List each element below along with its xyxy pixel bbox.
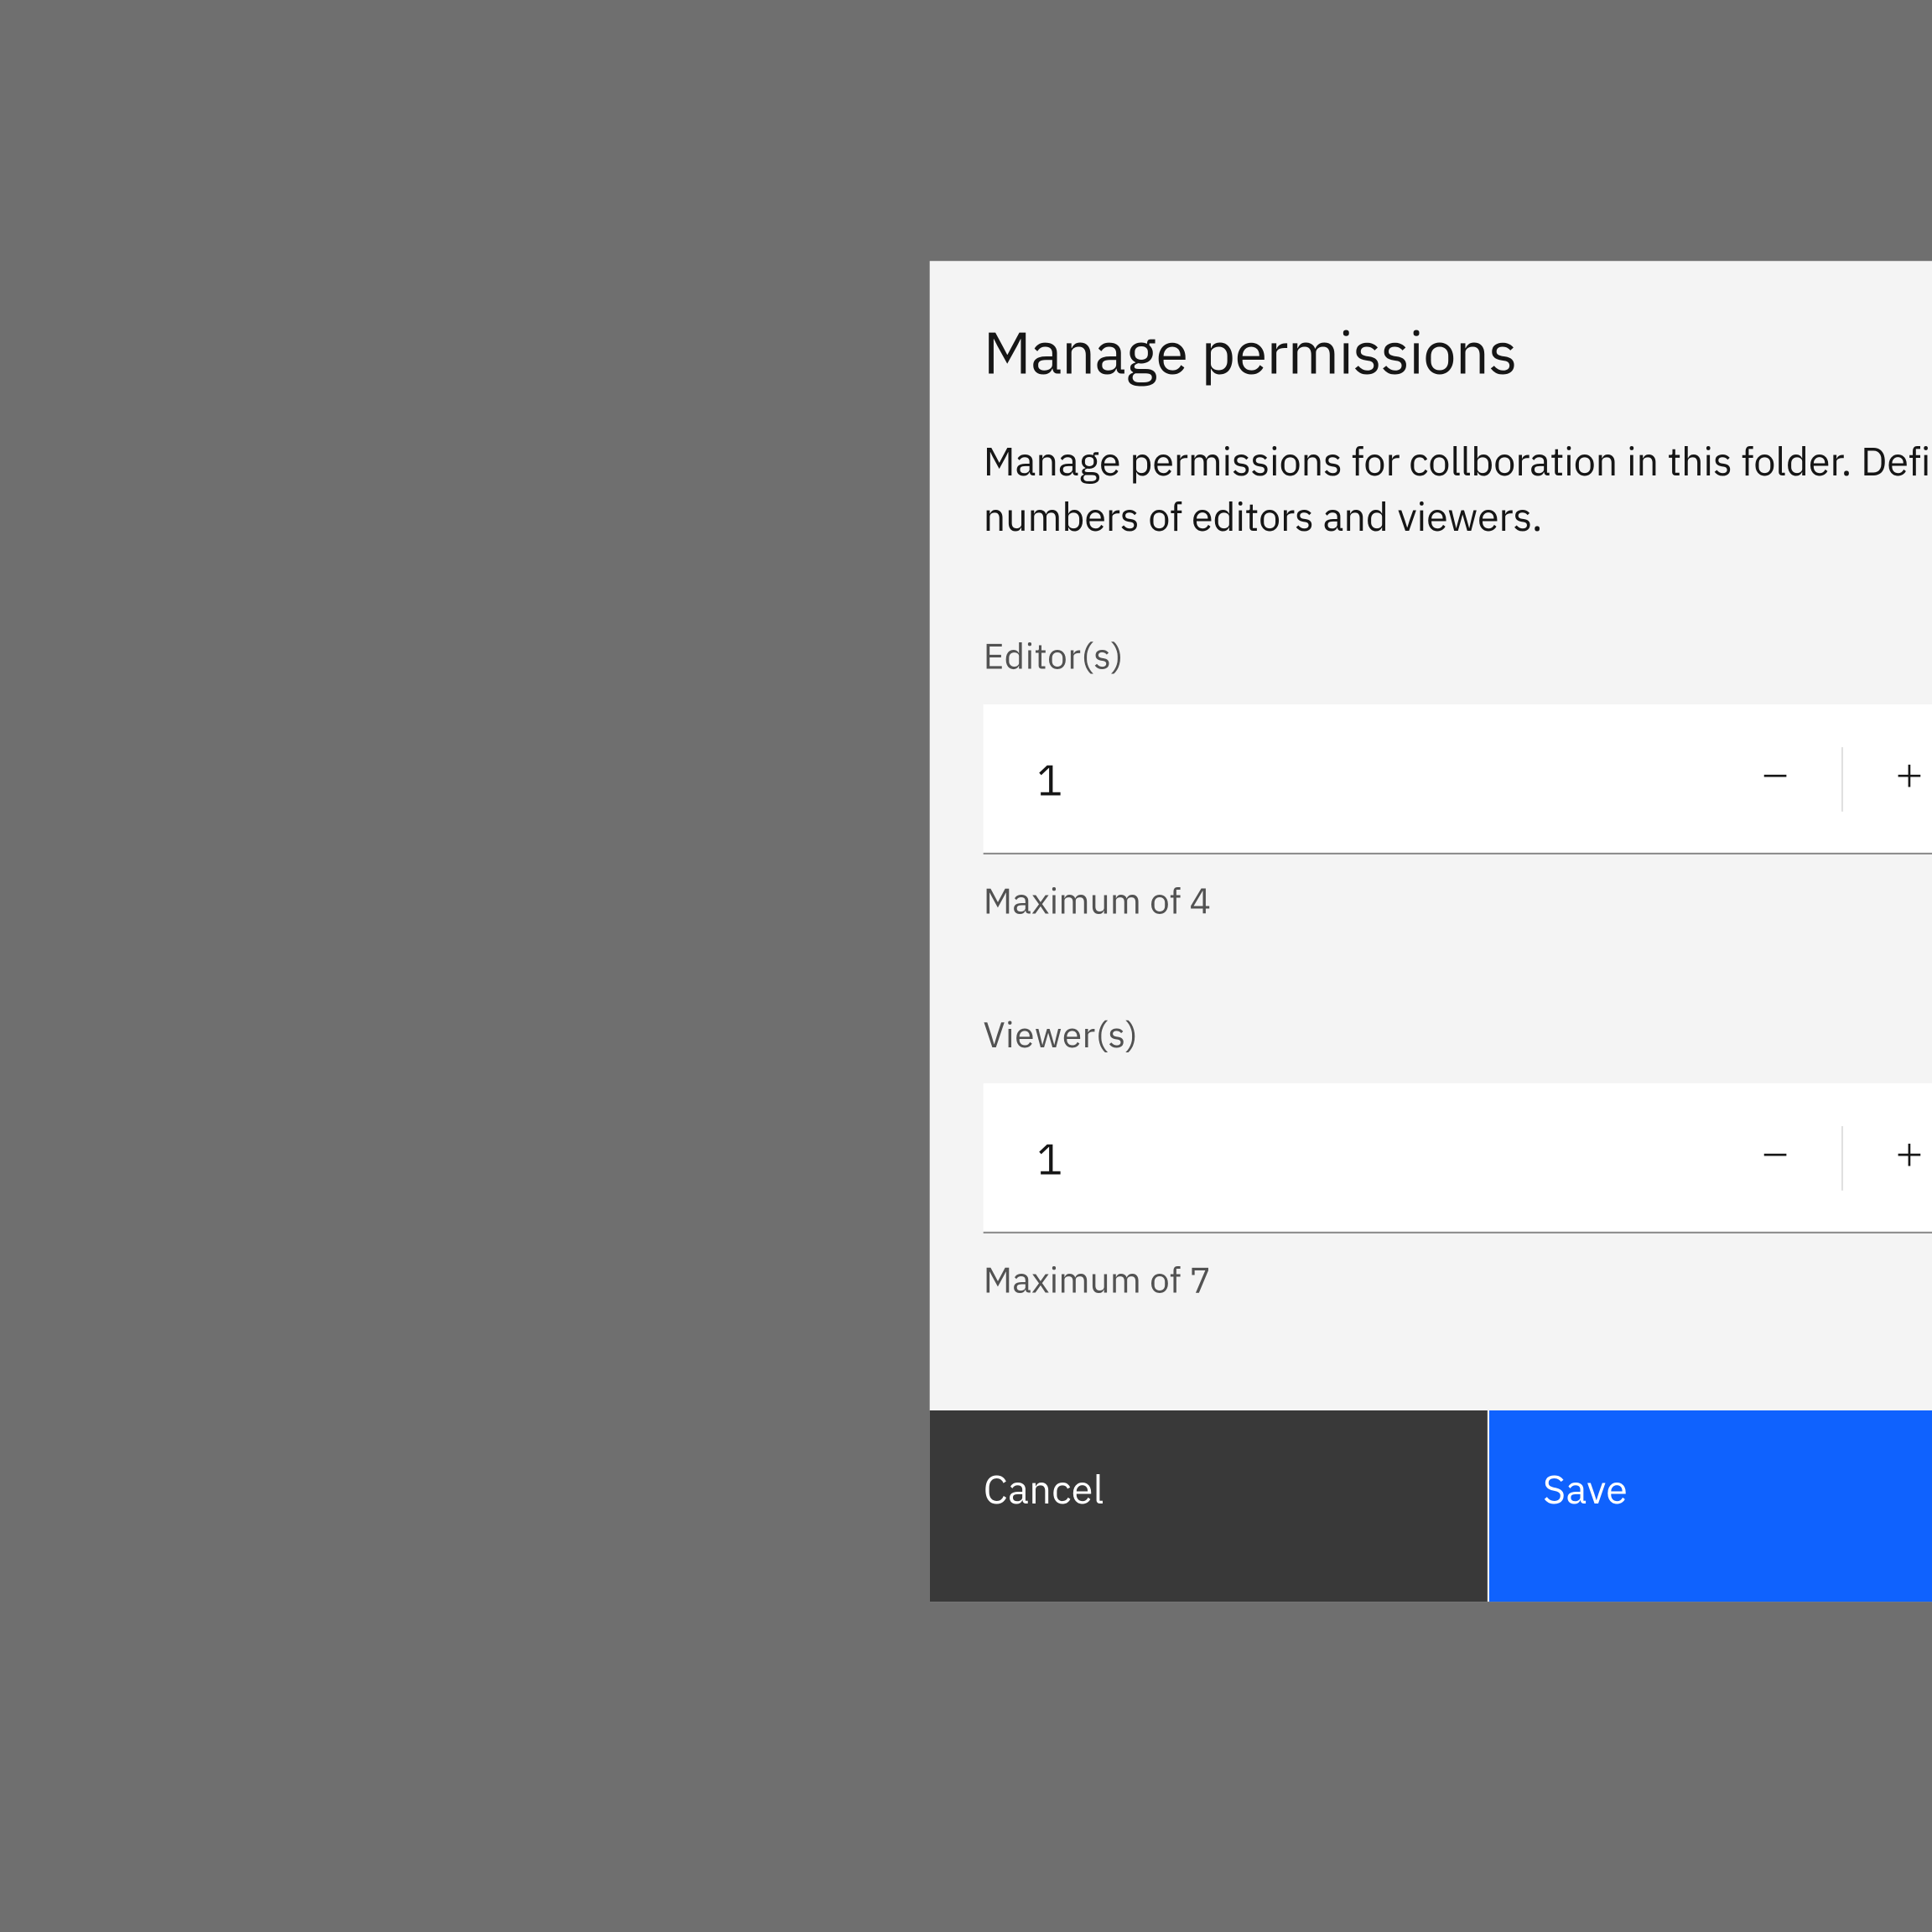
editors-input[interactable] — [983, 705, 1709, 854]
minus-icon — [1757, 759, 1793, 800]
editors-label: Editor(s) — [983, 632, 1932, 681]
cancel-button[interactable]: Cancel — [929, 1411, 1487, 1602]
viewers-stepper-controls — [1709, 1084, 1932, 1233]
viewers-label: Viewer(s) — [983, 1010, 1932, 1059]
editors-helper-text: Maximum of 4 — [983, 877, 1932, 926]
modal-header: Manage permissions — [929, 261, 1932, 392]
minus-icon — [1757, 1138, 1793, 1179]
editors-increment-button[interactable] — [1843, 705, 1932, 854]
modal-body: Editor(s) — [929, 546, 1932, 1411]
editors-number-input-wrap — [983, 705, 1932, 855]
viewers-input[interactable] — [983, 1084, 1709, 1233]
viewers-number-input-wrap — [983, 1084, 1932, 1234]
viewers-decrement-button[interactable] — [1709, 1084, 1841, 1233]
manage-permissions-modal: Manage permissions Manage permissions fo… — [929, 261, 1932, 1602]
plus-icon — [1891, 1138, 1927, 1179]
viewers-helper-text: Maximum of 7 — [983, 1256, 1932, 1305]
modal-description: Manage permissions for collboration in t… — [929, 392, 1932, 546]
modal-title: Manage permissions — [983, 314, 1516, 392]
modal-footer: Cancel Save — [929, 1411, 1932, 1602]
editors-decrement-button[interactable] — [1709, 705, 1841, 854]
save-button[interactable]: Save — [1488, 1411, 1932, 1602]
viewers-field-group: Viewer(s) — [983, 1010, 1932, 1304]
editors-field-group: Editor(s) — [983, 632, 1932, 926]
viewers-increment-button[interactable] — [1843, 1084, 1932, 1233]
editors-stepper-controls — [1709, 705, 1932, 854]
plus-icon — [1891, 759, 1927, 800]
